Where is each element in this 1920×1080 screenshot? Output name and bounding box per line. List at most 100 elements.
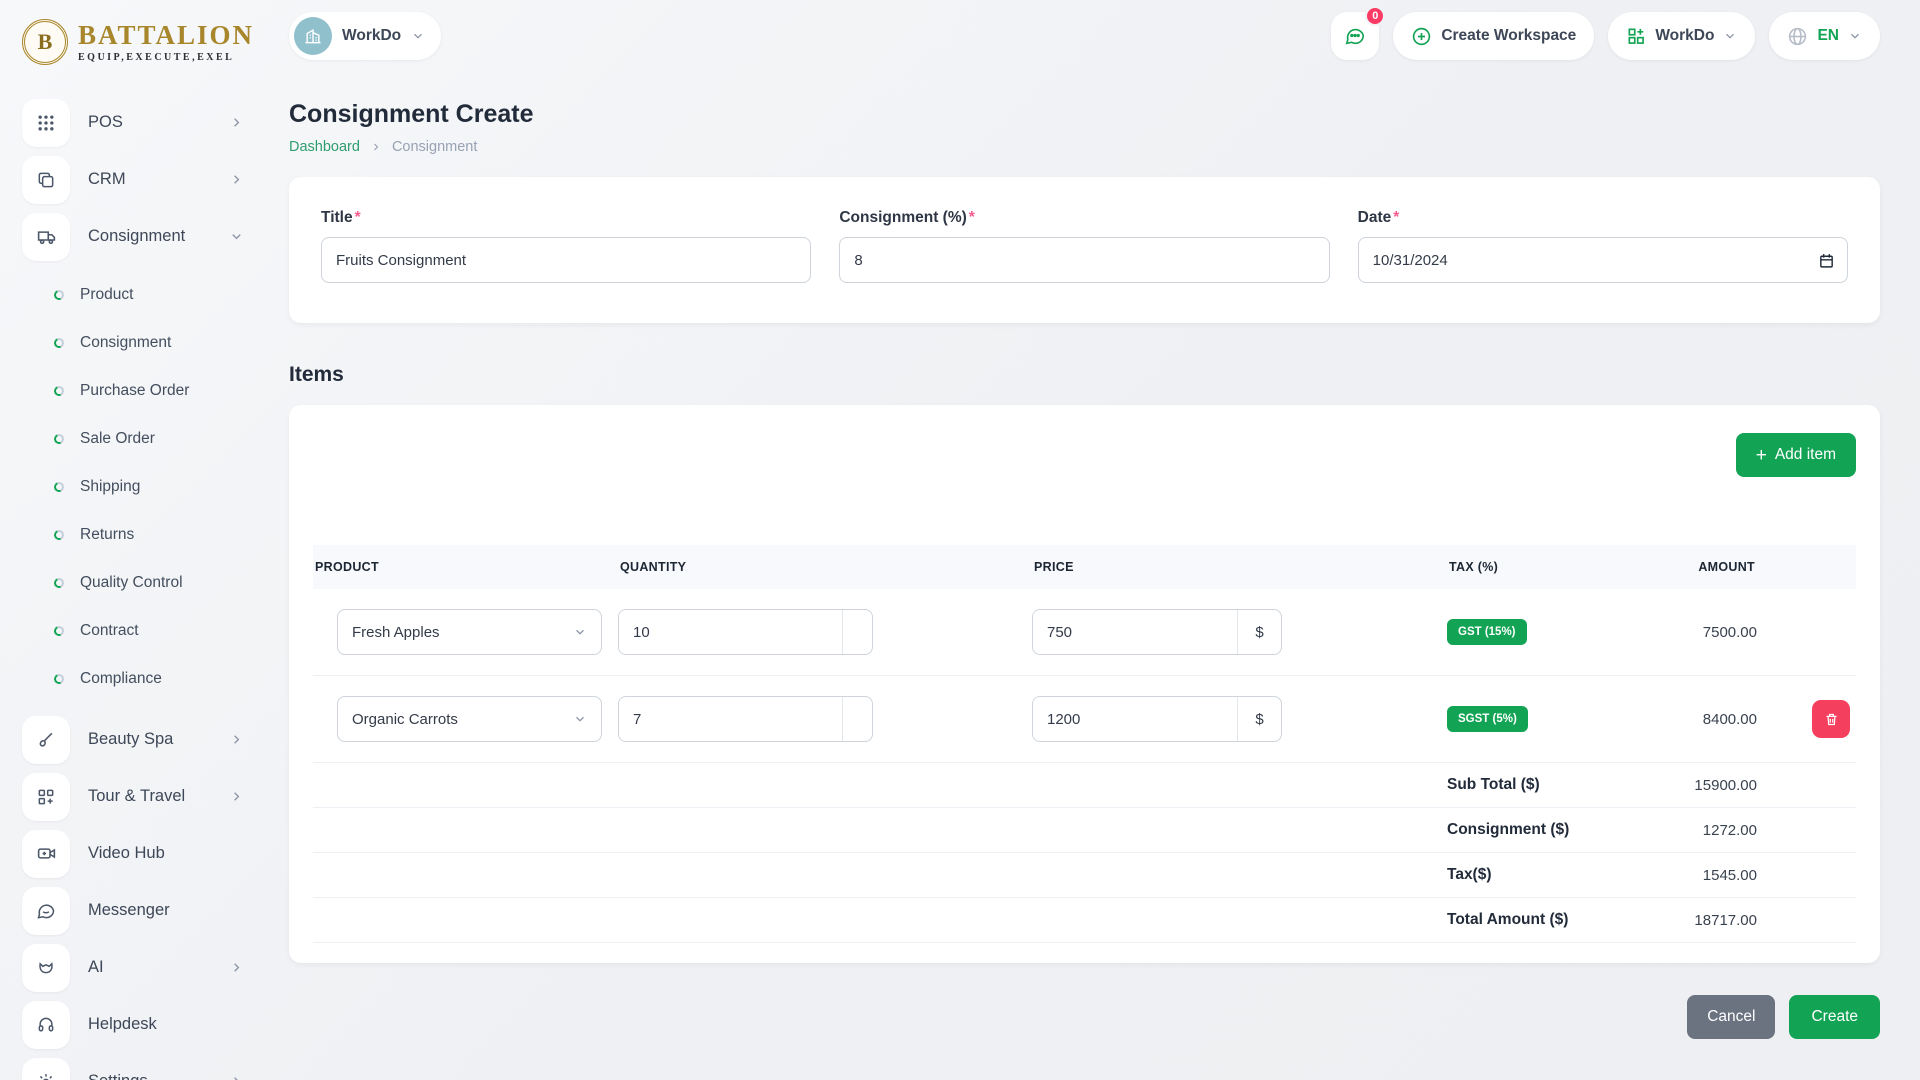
sidebar-nav: POS CRM Consignment (22, 94, 262, 1080)
calendar-icon[interactable] (1818, 252, 1835, 269)
price-input[interactable] (1033, 610, 1237, 654)
create-button[interactable]: Create (1789, 995, 1880, 1039)
circle-dot-icon (53, 577, 66, 590)
sidebar-item-consignment[interactable]: Consignment (22, 208, 262, 265)
sidebar-subitem-shipping[interactable]: Shipping (22, 463, 262, 511)
consignment-percent-label: Consignment (%)* (839, 209, 974, 226)
cancel-button[interactable]: Cancel (1687, 995, 1775, 1039)
quantity-stepper[interactable] (842, 697, 872, 741)
chevron-right-icon (229, 789, 244, 804)
messages-button[interactable]: 0 (1331, 12, 1379, 60)
required-asterisk: * (355, 209, 361, 226)
brush-icon (22, 716, 70, 764)
product-select[interactable]: Fresh Apples (337, 609, 602, 655)
chevron-down-icon (229, 229, 244, 244)
sidebar-item-label: Tour & Travel (88, 787, 229, 806)
grid-plus-icon (1626, 26, 1646, 46)
required-asterisk: * (1393, 209, 1399, 226)
workspace-avatar (294, 17, 332, 55)
chevron-right-icon (229, 960, 244, 975)
sidebar-subitem-returns[interactable]: Returns (22, 511, 262, 559)
consignment-form-card: Title* Consignment (%)* Date* (289, 177, 1880, 323)
sidebar: B BATTALION EQUIP,EXECUTE,EXEL POS (0, 0, 262, 1080)
item-row-1: Fresh Apples (313, 589, 1856, 676)
sidebar-item-label: AI (88, 958, 229, 977)
sidebar-item-label: Beauty Spa (88, 730, 229, 749)
grand-total-row: Total Amount ($) 18717.00 (313, 898, 1856, 943)
workdo-menu-button[interactable]: WorkDo (1608, 12, 1755, 60)
chevron-down-icon (1723, 29, 1737, 43)
brand-tagline: EQUIP,EXECUTE,EXEL (78, 52, 254, 63)
date-input[interactable] (1359, 238, 1818, 282)
items-table-header: PRODUCT QUANTITY PRICE TAX (%) AMOUNT (313, 545, 1856, 589)
language-code: EN (1817, 27, 1839, 45)
sidebar-item-video-hub[interactable]: Video Hub (22, 825, 262, 882)
gear-icon (22, 1058, 70, 1080)
sidebar-subitem-product[interactable]: Product (22, 271, 262, 319)
brand-logo[interactable]: B BATTALION EQUIP,EXECUTE,EXEL (22, 14, 262, 70)
messages-count-badge: 0 (1365, 6, 1385, 26)
workspace-name: WorkDo (342, 27, 401, 45)
sidebar-item-messenger[interactable]: Messenger (22, 882, 262, 939)
sidebar-item-beauty-spa[interactable]: Beauty Spa (22, 711, 262, 768)
required-asterisk: * (969, 209, 975, 226)
breadcrumb-dashboard-link[interactable]: Dashboard (289, 139, 360, 155)
currency-suffix: $ (1237, 610, 1281, 654)
sidebar-item-helpdesk[interactable]: Helpdesk (22, 996, 262, 1053)
consignment-percent-input[interactable] (840, 238, 1328, 282)
col-amount: AMOUNT (1627, 560, 1757, 574)
video-camera-icon (22, 830, 70, 878)
circle-dot-icon (53, 529, 66, 542)
ai-icon (22, 944, 70, 992)
breadcrumb: Dashboard Consignment (289, 139, 1880, 155)
brand-monogram: B (38, 29, 53, 55)
chevron-down-icon (573, 712, 587, 726)
delete-row-button[interactable] (1812, 700, 1850, 738)
currency-suffix: $ (1237, 697, 1281, 741)
sidebar-item-label: Messenger (88, 901, 244, 920)
quantity-input[interactable] (619, 697, 842, 741)
headset-icon (22, 1001, 70, 1049)
crm-icon (22, 156, 70, 204)
sidebar-item-pos[interactable]: POS (22, 94, 262, 151)
sidebar-subitem-quality-control[interactable]: Quality Control (22, 559, 262, 607)
sidebar-item-label: POS (88, 113, 229, 132)
chevron-right-icon (229, 115, 244, 130)
sidebar-subitem-contract[interactable]: Contract (22, 607, 262, 655)
row-amount: 8400.00 (1627, 711, 1757, 728)
create-workspace-button[interactable]: Create Workspace (1393, 12, 1594, 60)
apps-plus-icon (22, 773, 70, 821)
circle-dot-icon (53, 385, 66, 398)
sidebar-subitem-sale-order[interactable]: Sale Order (22, 415, 262, 463)
sidebar-item-settings[interactable]: Settings (22, 1053, 262, 1080)
workspace-selector[interactable]: WorkDo (289, 12, 441, 60)
sidebar-subitem-purchase-order[interactable]: Purchase Order (22, 367, 262, 415)
sidebar-subitem-compliance[interactable]: Compliance (22, 655, 262, 703)
sidebar-item-crm[interactable]: CRM (22, 151, 262, 208)
form-actions: Cancel Create (289, 995, 1880, 1039)
tax-badge: GST (15%) (1447, 619, 1527, 645)
col-quantity: QUANTITY (618, 560, 1032, 574)
sidebar-item-tour-travel[interactable]: Tour & Travel (22, 768, 262, 825)
items-table: PRODUCT QUANTITY PRICE TAX (%) AMOUNT Fr… (313, 545, 1856, 943)
plus-circle-icon (1411, 26, 1432, 47)
sidebar-subitem-consignment[interactable]: Consignment (22, 319, 262, 367)
quantity-stepper[interactable] (842, 610, 872, 654)
col-product: PRODUCT (313, 560, 618, 574)
title-input[interactable] (322, 238, 810, 282)
page-title: Consignment Create (289, 100, 1880, 129)
main-area: WorkDo 0 Create Workspace (262, 0, 1920, 1080)
circle-dot-icon (53, 433, 66, 446)
price-input[interactable] (1033, 697, 1237, 741)
sidebar-item-label: CRM (88, 170, 229, 189)
pos-grid-icon (22, 99, 70, 147)
quantity-input[interactable] (619, 610, 842, 654)
items-card: + Add item PRODUCT QUANTITY PRICE TAX (%… (289, 405, 1880, 963)
item-row-2: Organic Carrots (313, 676, 1856, 763)
add-item-button[interactable]: + Add item (1736, 433, 1856, 477)
sidebar-item-ai[interactable]: AI (22, 939, 262, 996)
language-selector[interactable]: EN (1769, 12, 1880, 60)
app-root: B BATTALION EQUIP,EXECUTE,EXEL POS (0, 0, 1920, 1080)
product-select[interactable]: Organic Carrots (337, 696, 602, 742)
circle-dot-icon (53, 673, 66, 686)
